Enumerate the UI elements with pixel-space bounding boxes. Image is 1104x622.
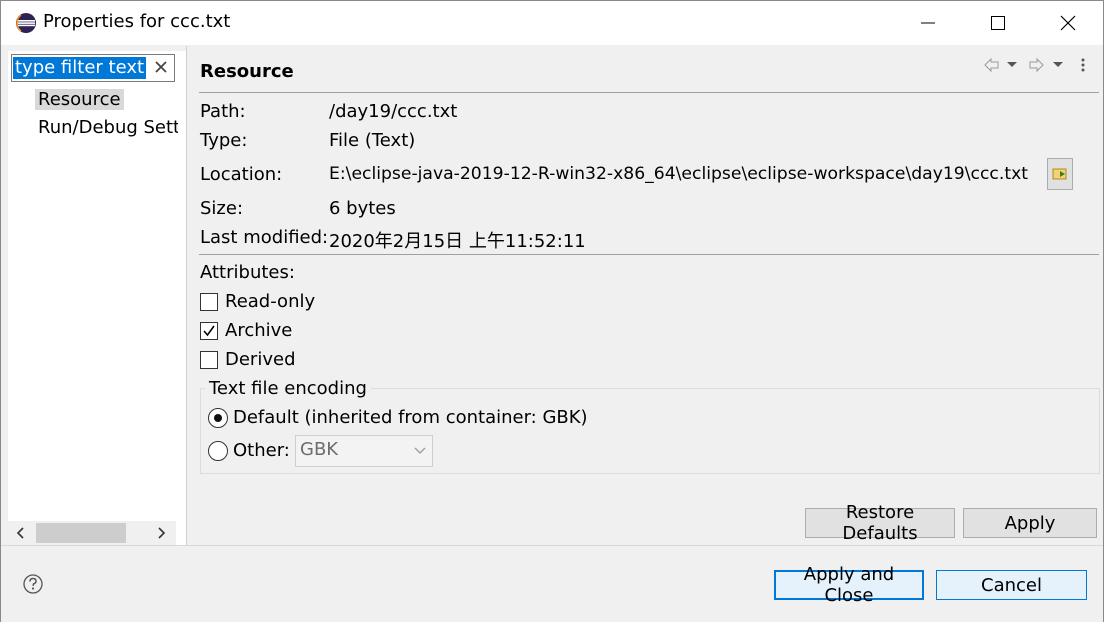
read-only-label[interactable]: Read-only bbox=[225, 291, 315, 312]
back-arrow-icon[interactable] bbox=[984, 57, 999, 73]
help-icon[interactable] bbox=[23, 574, 43, 594]
derived-label[interactable]: Derived bbox=[225, 349, 296, 370]
size-label: Size: bbox=[200, 198, 244, 219]
derived-checkbox[interactable] bbox=[200, 351, 218, 369]
tree-horizontal-scrollbar[interactable] bbox=[8, 521, 176, 545]
encoding-combo[interactable]: GBK bbox=[295, 435, 433, 467]
back-dropdown-icon[interactable] bbox=[1007, 62, 1017, 67]
tree-item-run-debug[interactable]: Run/Debug Sett bbox=[38, 117, 178, 138]
header-separator bbox=[199, 92, 1099, 93]
size-value: 6 bytes bbox=[329, 198, 396, 219]
forward-dropdown-icon[interactable] bbox=[1053, 62, 1063, 67]
type-label: Type: bbox=[200, 130, 248, 151]
archive-checkbox[interactable] bbox=[200, 322, 218, 340]
properties-dialog: Properties for ccc.txt type filter text … bbox=[0, 0, 1104, 622]
last-modified-label: Last modified: bbox=[200, 227, 329, 248]
minimize-button[interactable] bbox=[893, 1, 963, 45]
path-label: Path: bbox=[200, 101, 246, 122]
close-icon bbox=[1060, 15, 1076, 31]
dialog-button-bar: Apply and Close Cancel bbox=[1, 545, 1103, 622]
apply-button[interactable]: Apply bbox=[963, 508, 1097, 538]
page-tree-pane: type filter text Resource Run/Debug Sett bbox=[8, 51, 186, 545]
eclipse-icon bbox=[16, 13, 36, 33]
location-label: Location: bbox=[200, 164, 283, 185]
resource-page: Resource Path: /day19/ccc.txt Type: File… bbox=[187, 46, 1103, 545]
filter-input[interactable]: type filter text bbox=[11, 54, 175, 82]
encoding-group-title: Text file encoding bbox=[205, 378, 371, 399]
attributes-separator bbox=[199, 254, 1099, 255]
maximize-icon bbox=[991, 16, 1005, 30]
attributes-label: Attributes: bbox=[200, 262, 295, 283]
tree-item-resource[interactable]: Resource bbox=[35, 89, 124, 110]
chevron-down-icon bbox=[414, 447, 426, 454]
restore-defaults-button[interactable]: Restore Defaults bbox=[805, 502, 955, 544]
encoding-combo-value: GBK bbox=[300, 439, 339, 460]
scroll-right-icon[interactable] bbox=[154, 525, 168, 541]
window-title: Properties for ccc.txt bbox=[43, 11, 231, 32]
page-title: Resource bbox=[200, 61, 294, 82]
show-in-explorer-button[interactable] bbox=[1047, 158, 1073, 190]
location-value: E:\eclipse-java-2019-12-R-win32-x86_64\e… bbox=[329, 164, 1028, 184]
filter-input-text: type filter text bbox=[13, 57, 147, 79]
read-only-checkbox[interactable] bbox=[200, 293, 218, 311]
default-encoding-radio[interactable] bbox=[208, 408, 228, 428]
radio-selected-dot bbox=[214, 414, 222, 422]
other-encoding-radio[interactable] bbox=[208, 441, 228, 461]
path-value: /day19/ccc.txt bbox=[329, 101, 458, 122]
clear-filter-icon[interactable] bbox=[152, 58, 170, 76]
type-value: File (Text) bbox=[329, 130, 416, 151]
apply-and-close-button[interactable]: Apply and Close bbox=[774, 564, 924, 606]
close-button[interactable] bbox=[1033, 1, 1103, 45]
scrollbar-thumb[interactable] bbox=[36, 523, 126, 543]
checkmark-icon bbox=[203, 325, 215, 337]
title-bar: Properties for ccc.txt bbox=[1, 1, 1103, 45]
scroll-left-icon[interactable] bbox=[14, 525, 28, 541]
archive-label[interactable]: Archive bbox=[225, 320, 292, 341]
maximize-button[interactable] bbox=[963, 1, 1033, 45]
last-modified-value: 2020年2月15日 上午11:52:11 bbox=[329, 231, 586, 252]
page-navigation bbox=[984, 57, 1085, 73]
view-menu-icon[interactable] bbox=[1081, 58, 1085, 72]
default-encoding-label[interactable]: Default (inherited from container: GBK) bbox=[233, 407, 588, 428]
minimize-icon bbox=[921, 22, 935, 24]
forward-arrow-icon[interactable] bbox=[1029, 57, 1044, 73]
other-encoding-label[interactable]: Other: bbox=[233, 440, 290, 461]
cancel-button[interactable]: Cancel bbox=[936, 570, 1087, 600]
open-folder-icon bbox=[1052, 168, 1067, 180]
